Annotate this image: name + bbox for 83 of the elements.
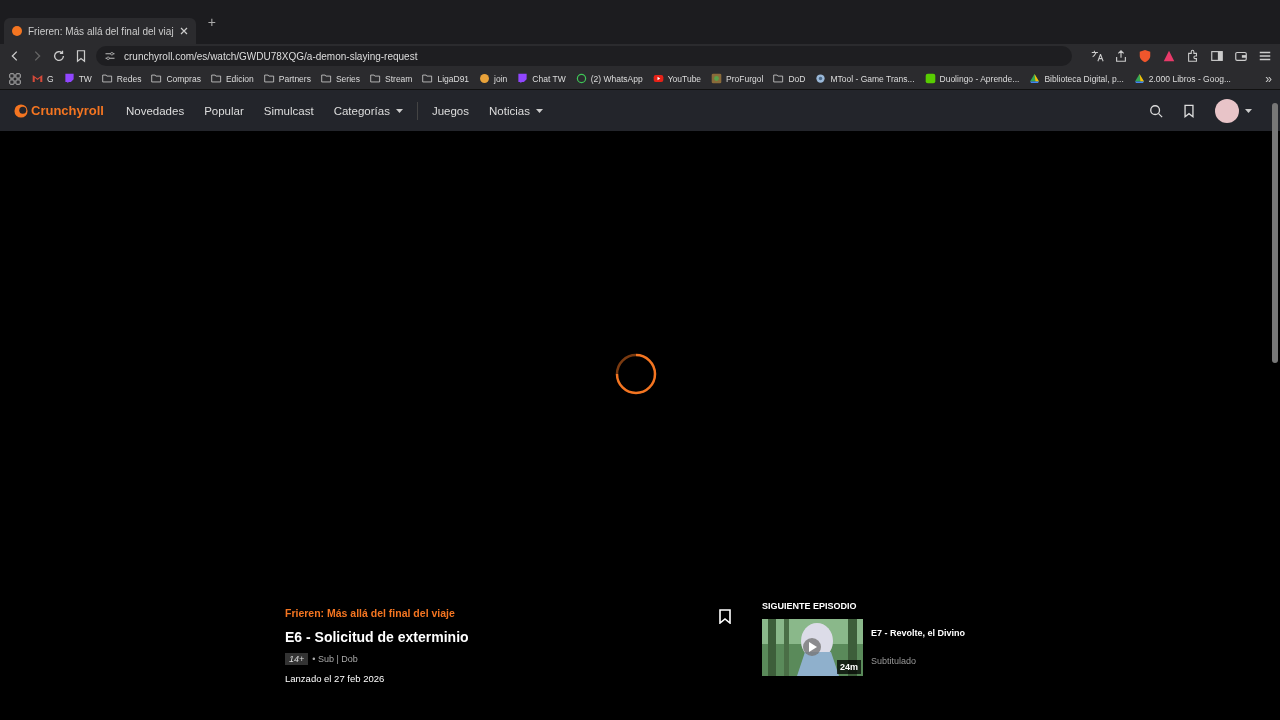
episode-title: E6 - Solicitud de exterminio [285, 629, 470, 645]
caret-icon [395, 108, 403, 113]
folder-icon [320, 73, 332, 84]
bookmark-icon[interactable] [719, 609, 731, 624]
mail-icon [32, 73, 43, 84]
subtitle-label: Subtitulado [871, 656, 918, 666]
search-icon[interactable] [1149, 103, 1163, 118]
nav-link[interactable]: Juegos [421, 104, 479, 117]
bookmark-item[interactable]: Duolingo - Aprende... [924, 73, 1020, 84]
circle-icon [479, 73, 491, 84]
address-bar[interactable]: crunchyroll.com/es/watch/GWDU78XQG/a-demon-slaying-request [96, 46, 1072, 66]
folder-icon [370, 73, 381, 84]
folder-icon [101, 73, 113, 84]
loading-spinner [615, 353, 657, 395]
bookmark-item[interactable]: Stream [370, 73, 413, 84]
menu-icon[interactable] [1258, 49, 1272, 63]
site-logo[interactable]: Crunchyroll [14, 103, 104, 118]
nav-link[interactable]: Simulcast [253, 104, 324, 117]
url-text: crunchyroll.com/es/watch/GWDU78XQG/a-demon-slaying-request [124, 50, 418, 62]
bookmark-item[interactable]: Biblioteca Digital, p... [1029, 73, 1124, 84]
bookmark-item[interactable]: join [479, 73, 508, 84]
folder-icon [263, 73, 275, 84]
bookmark-item[interactable]: 2.000 Libros - Goog... [1133, 73, 1231, 84]
series-link[interactable]: Frieren: Más allá del final del viaje [285, 607, 745, 619]
bookmark-item[interactable]: Chat TW [517, 73, 566, 84]
wallet-icon[interactable] [1234, 49, 1248, 63]
chat-bubble-icon [517, 73, 529, 84]
folder-icon [422, 73, 434, 84]
square-icon [924, 73, 936, 84]
bookmark-item[interactable]: G [32, 73, 54, 84]
reload-icon[interactable] [52, 49, 66, 63]
extensions-icon[interactable] [1186, 49, 1200, 63]
nav-link[interactable]: Novedades [115, 104, 195, 117]
ring-icon [575, 73, 587, 84]
new-tab-button[interactable]: + [201, 14, 222, 30]
globe-icon [815, 73, 827, 84]
folder-icon [210, 73, 222, 84]
app-icon [711, 73, 723, 84]
next-episode-title[interactable]: E7 - Revolte, el Divino [871, 628, 966, 638]
play-icon [652, 73, 664, 84]
caret-icon[interactable] [1245, 108, 1252, 113]
nav-link[interactable]: Noticias [479, 104, 553, 117]
close-icon[interactable] [179, 27, 188, 35]
folder-icon [773, 73, 785, 84]
translate-icon[interactable] [1090, 49, 1104, 63]
nav-link[interactable]: Popular [194, 104, 254, 117]
folder-icon [151, 73, 163, 84]
triangle-icon [1029, 73, 1041, 84]
bookmark-item[interactable]: Partners [263, 73, 311, 84]
shield-icon[interactable] [1138, 49, 1152, 63]
logo-icon [14, 103, 28, 118]
bookmark-item[interactable]: Redes [101, 73, 142, 84]
bookmark-item[interactable]: (2) WhatsApp [575, 73, 643, 84]
site-settings-icon[interactable] [104, 50, 116, 62]
audio-info: • Sub | Dob [312, 654, 358, 664]
apps-grid-icon[interactable] [8, 71, 22, 86]
watchlist-icon[interactable] [1183, 103, 1195, 118]
chat-bubble-icon [63, 73, 75, 84]
triangle-icon[interactable] [1162, 49, 1176, 63]
bookmark-item[interactable]: YouTube [652, 73, 702, 84]
caret-icon [535, 108, 543, 113]
duration-label: 24m [837, 660, 861, 674]
bookmark-item[interactable]: MTool - Game Trans... [815, 73, 915, 84]
bookmark-item[interactable]: Edicion [210, 73, 254, 84]
nav-link[interactable]: Categorías [323, 104, 413, 117]
sidebar-icon[interactable] [1210, 49, 1224, 63]
tab-favicon-icon [12, 26, 22, 36]
browser-tab[interactable]: Frieren: Más allá del final del viaj [4, 18, 196, 44]
triangle-icon [1133, 73, 1145, 84]
avatar[interactable] [1215, 98, 1239, 123]
bookmark-item[interactable]: DoD [773, 73, 806, 84]
release-date: Lanzado el 27 feb 2026 [285, 673, 386, 684]
more-bookmarks-button[interactable]: » [1265, 71, 1272, 86]
bookmark-item[interactable]: ProFurgol [711, 73, 764, 84]
bookmark-item[interactable]: LigaD91 [422, 73, 470, 84]
bookmark-item[interactable]: Series [320, 73, 360, 84]
bookmark-item[interactable]: TW [63, 73, 92, 84]
scrollbar-thumb[interactable] [1272, 103, 1278, 363]
rating-badge: 14+ [285, 653, 309, 665]
section-heading: SIGUIENTE EPISODIO [762, 601, 858, 611]
share-icon[interactable] [1114, 49, 1128, 63]
bookmark-icon[interactable] [74, 49, 88, 63]
bookmark-item[interactable]: Compras [151, 73, 201, 84]
